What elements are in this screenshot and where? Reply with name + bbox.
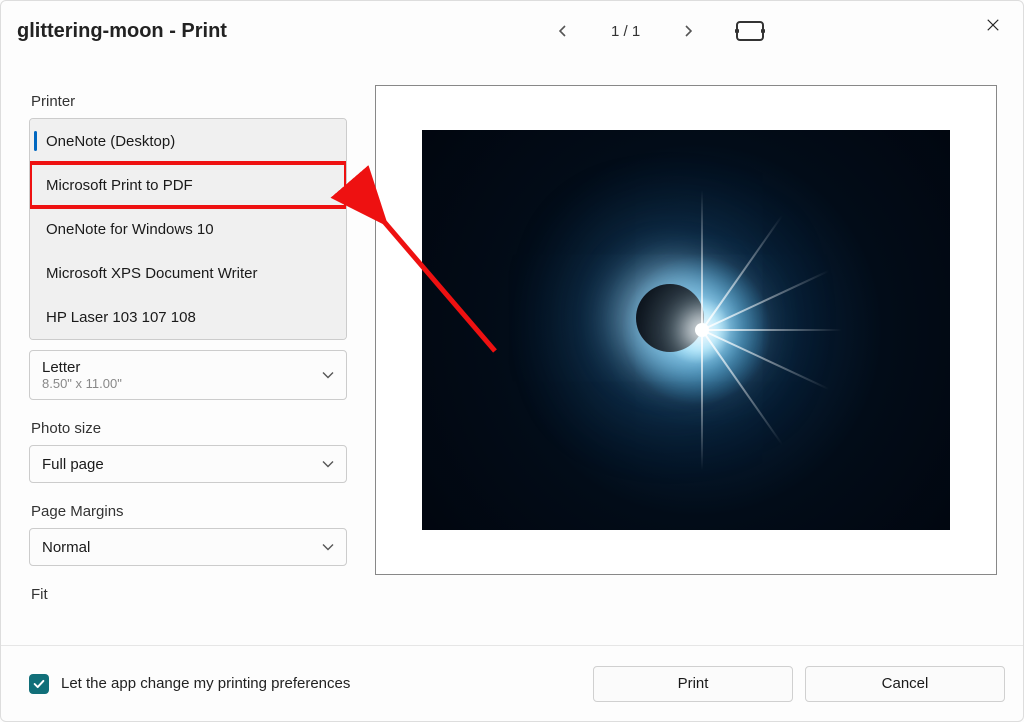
preview-image xyxy=(422,130,950,530)
page-margins-label: Page Margins xyxy=(31,503,347,520)
page-margins-value: Normal xyxy=(42,539,90,556)
chevron-right-icon xyxy=(684,25,692,37)
fullscreen-button[interactable] xyxy=(736,21,764,41)
page-margins-dropdown[interactable]: Normal xyxy=(29,528,347,566)
fit-label: Fit xyxy=(31,586,347,603)
printing-prefs-label: Let the app change my printing preferenc… xyxy=(61,675,350,692)
cancel-button[interactable]: Cancel xyxy=(805,666,1005,702)
preview-page xyxy=(398,106,974,554)
chevron-down-icon xyxy=(322,456,334,473)
paper-dims: 8.50" x 11.00" xyxy=(42,376,122,391)
sun-ray xyxy=(701,215,783,331)
eclipse-moon xyxy=(636,284,704,352)
photo-size-value: Full page xyxy=(42,456,104,473)
title-bar: glittering-moon - Print 1 / 1 xyxy=(1,1,1023,61)
sun-ray xyxy=(701,190,703,330)
photo-size-dropdown[interactable]: Full page xyxy=(29,445,347,483)
page-prev-button[interactable] xyxy=(551,19,575,43)
page-nav: 1 / 1 xyxy=(551,1,764,61)
sun-ray xyxy=(701,330,703,470)
page-indicator: 1 / 1 xyxy=(611,23,640,40)
dialog-title: glittering-moon - Print xyxy=(17,20,227,43)
dialog-footer: Let the app change my printing preferenc… xyxy=(1,645,1023,721)
page-next-button[interactable] xyxy=(676,19,700,43)
printer-item[interactable]: Microsoft XPS Document Writer xyxy=(30,251,346,295)
print-dialog: glittering-moon - Print 1 / 1 Printer On… xyxy=(0,0,1024,722)
printer-item[interactable]: OneNote for Windows 10 xyxy=(30,207,346,251)
printer-label: Printer xyxy=(31,93,347,110)
printer-item[interactable]: HP Laser 103 107 108 xyxy=(30,295,346,339)
chevron-left-icon xyxy=(559,25,567,37)
paper-size-dropdown[interactable]: Letter 8.50" x 11.00" xyxy=(29,350,347,400)
preview-pane xyxy=(363,61,1023,645)
preview-frame xyxy=(375,85,997,575)
chevron-down-icon xyxy=(322,539,334,556)
printer-list: OneNote (Desktop)Microsoft Print to PDFO… xyxy=(29,118,347,340)
sun-ray xyxy=(702,329,842,331)
dialog-body: Printer OneNote (Desktop)Microsoft Print… xyxy=(1,61,1023,645)
printer-item[interactable]: Microsoft Print to PDF xyxy=(30,163,346,207)
check-icon xyxy=(32,677,46,691)
chevron-down-icon xyxy=(322,367,334,384)
printing-prefs-checkbox[interactable] xyxy=(29,674,49,694)
photo-size-label: Photo size xyxy=(31,420,347,437)
print-button[interactable]: Print xyxy=(593,666,793,702)
options-pane: Printer OneNote (Desktop)Microsoft Print… xyxy=(1,61,363,645)
paper-name: Letter xyxy=(42,359,80,376)
printer-item[interactable]: OneNote (Desktop) xyxy=(30,119,346,163)
